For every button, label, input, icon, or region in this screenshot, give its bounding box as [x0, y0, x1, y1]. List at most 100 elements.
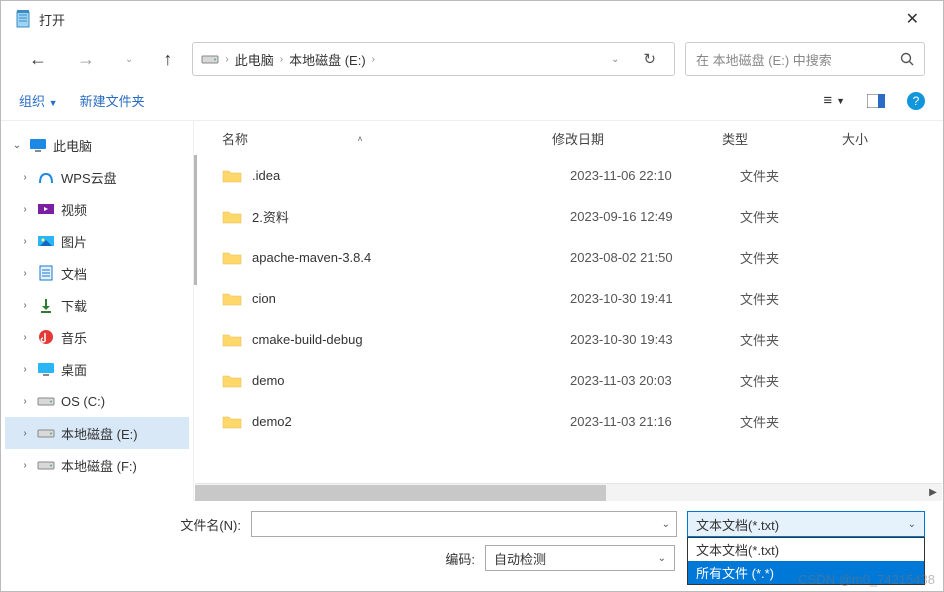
col-date-header[interactable]: 修改日期 — [552, 129, 722, 148]
file-name: demo2 — [252, 414, 570, 429]
breadcrumb-drive[interactable]: 本地磁盘 (E:) — [289, 50, 366, 69]
chevron-down-icon: ⌄ — [908, 519, 916, 530]
file-type: 文件夹 — [740, 371, 860, 390]
tree-item[interactable]: › 下载 — [5, 289, 189, 321]
chevron-right-icon[interactable]: › — [19, 236, 31, 247]
filetype-dropdown[interactable]: 文本文档(*.txt) ⌄ 文本文档(*.txt) 所有文件 (*.*) — [687, 511, 925, 537]
chevron-down-icon[interactable]: ⌄ — [11, 140, 23, 151]
watermark: CSDN @m0_74215438 — [798, 572, 935, 587]
file-list: .idea2023-11-06 22:10文件夹2.资料2023-09-16 1… — [194, 155, 943, 483]
nav-forward-icon[interactable]: → — [67, 43, 105, 76]
refresh-icon[interactable]: ↻ — [633, 50, 666, 68]
file-name: apache-maven-3.8.4 — [252, 250, 570, 265]
view-list-icon[interactable]: ≡ ▼ — [823, 92, 845, 109]
tree-root-this-pc[interactable]: ⌄ 此电脑 — [5, 129, 189, 161]
tree-item-label: 本地磁盘 (E:) — [61, 424, 138, 443]
chevron-right-icon[interactable]: › — [372, 54, 375, 65]
chevron-right-icon[interactable]: › — [19, 204, 31, 215]
file-row[interactable]: apache-maven-3.8.42023-08-02 21:50文件夹 — [194, 237, 943, 278]
chevron-down-icon[interactable]: ⌄ — [662, 519, 670, 530]
horizontal-scrollbar[interactable]: ▶ — [195, 483, 942, 501]
file-row[interactable]: cion2023-10-30 19:41文件夹 — [194, 278, 943, 319]
nav-back-icon[interactable]: ← — [19, 43, 57, 76]
drive-icon — [201, 53, 219, 65]
tree-item[interactable]: › OS (C:) — [5, 385, 189, 417]
breadcrumb-this-pc[interactable]: 此电脑 — [235, 50, 274, 69]
close-icon[interactable]: ✕ — [896, 5, 929, 33]
folder-icon — [222, 374, 242, 388]
notepad-icon — [15, 10, 31, 28]
file-date: 2023-10-30 19:41 — [570, 291, 740, 306]
file-name: .idea — [252, 168, 570, 183]
nav-history-dropdown-icon[interactable]: ⌄ — [115, 48, 143, 71]
chevron-right-icon[interactable]: › — [19, 332, 31, 343]
file-type: 文件夹 — [740, 330, 860, 349]
file-name: cion — [252, 291, 570, 306]
sort-indicator-icon: ʌ — [358, 134, 362, 143]
file-type: 文件夹 — [740, 289, 860, 308]
tree-item[interactable]: › 本地磁盘 (E:) — [5, 417, 189, 449]
tree-item-label: OS (C:) — [61, 394, 105, 409]
new-folder-button[interactable]: 新建文件夹 — [80, 91, 145, 110]
tree-item-label: 本地磁盘 (F:) — [61, 456, 137, 475]
file-date: 2023-09-16 12:49 — [570, 209, 740, 224]
file-name: cmake-build-debug — [252, 332, 570, 347]
chevron-right-icon[interactable]: › — [225, 54, 228, 65]
filename-input[interactable]: ⌄ — [251, 511, 677, 537]
search-placeholder: 在 本地磁盘 (E:) 中搜索 — [696, 50, 900, 69]
file-name: 2.资料 — [252, 207, 570, 226]
search-icon[interactable] — [900, 52, 914, 66]
scroll-right-icon[interactable]: ▶ — [924, 484, 942, 502]
folder-icon — [222, 169, 242, 183]
file-date: 2023-10-30 19:43 — [570, 332, 740, 347]
file-type: 文件夹 — [740, 248, 860, 267]
file-row[interactable]: 2.资料2023-09-16 12:49文件夹 — [194, 196, 943, 237]
file-type: 文件夹 — [740, 412, 860, 431]
file-row[interactable]: demo2023-11-03 20:03文件夹 — [194, 360, 943, 401]
folder-tree: ⌄ 此电脑 ›WPS云盘›视频›图片›文档›下载›音乐›桌面›OS (C:)›本… — [1, 121, 193, 501]
tree-item[interactable]: › 本地磁盘 (F:) — [5, 449, 189, 481]
pic-icon — [37, 233, 55, 249]
preview-pane-icon[interactable] — [867, 94, 885, 108]
chevron-right-icon[interactable]: › — [19, 268, 31, 279]
filetype-option[interactable]: 文本文档(*.txt) — [688, 538, 924, 561]
clipped-scroll-indicator — [194, 155, 197, 285]
chevron-right-icon[interactable]: › — [280, 54, 283, 65]
organize-button[interactable]: 组织 ▼ — [19, 91, 58, 110]
nav-up-icon[interactable]: ↑ — [153, 43, 182, 76]
search-input[interactable]: 在 本地磁盘 (E:) 中搜索 — [685, 42, 925, 76]
chevron-down-icon[interactable]: ⌄ — [603, 54, 627, 65]
tree-item-label: 图片 — [61, 232, 87, 251]
encoding-dropdown[interactable]: 自动检测 ⌄ — [485, 545, 675, 571]
tree-item[interactable]: › 文档 — [5, 257, 189, 289]
tree-item-label: 文档 — [61, 264, 87, 283]
file-row[interactable]: demo22023-11-03 21:16文件夹 — [194, 401, 943, 442]
file-row[interactable]: cmake-build-debug2023-10-30 19:43文件夹 — [194, 319, 943, 360]
tree-item[interactable]: ›音乐 — [5, 321, 189, 353]
tree-item-label: 下载 — [61, 296, 87, 315]
video-icon — [37, 201, 55, 217]
chevron-right-icon[interactable]: › — [19, 460, 31, 471]
chevron-right-icon[interactable]: › — [19, 172, 31, 183]
chevron-right-icon[interactable]: › — [19, 428, 31, 439]
chevron-right-icon[interactable]: › — [19, 396, 31, 407]
file-type: 文件夹 — [740, 207, 860, 226]
tree-item-label: 视频 — [61, 200, 87, 219]
col-name-header[interactable]: 名称 — [222, 129, 248, 148]
address-bar[interactable]: › 此电脑 › 本地磁盘 (E:) › ⌄ ↻ — [192, 42, 675, 76]
dl-icon — [37, 297, 55, 313]
folder-icon — [222, 210, 242, 224]
tree-item[interactable]: › 视频 — [5, 193, 189, 225]
tree-item[interactable]: ›WPS云盘 — [5, 161, 189, 193]
tree-item[interactable]: › 图片 — [5, 225, 189, 257]
scrollbar-thumb[interactable] — [195, 485, 606, 501]
folder-icon — [222, 415, 242, 429]
chevron-right-icon[interactable]: › — [19, 364, 31, 375]
tree-item[interactable]: ›桌面 — [5, 353, 189, 385]
file-row[interactable]: .idea2023-11-06 22:10文件夹 — [194, 155, 943, 196]
help-icon[interactable]: ? — [907, 92, 925, 110]
chevron-right-icon[interactable]: › — [19, 300, 31, 311]
doc-icon — [37, 265, 55, 281]
col-size-header[interactable]: 大小 — [842, 129, 943, 148]
col-type-header[interactable]: 类型 — [722, 129, 842, 148]
